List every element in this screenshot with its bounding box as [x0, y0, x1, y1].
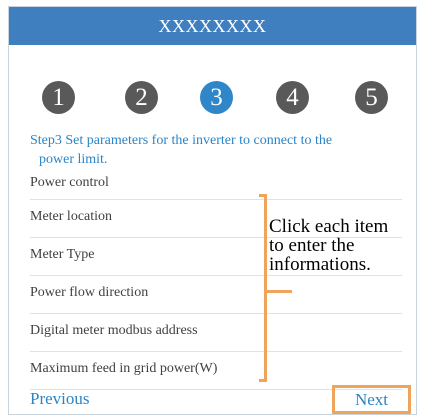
next-button[interactable]: Next [332, 385, 411, 414]
step-number: 5 [365, 83, 378, 111]
page-title: XXXXXXXX [158, 15, 267, 36]
previous-button[interactable]: Previous [30, 389, 90, 409]
setting-item-label: Power control [30, 175, 109, 190]
setting-item-power-control[interactable]: Power control [30, 163, 402, 200]
step-indicator-5: 5 [355, 81, 388, 114]
annotation-line-3: informations. [269, 254, 371, 275]
instruction-line-1: Step3 Set parameters for the inverter to… [30, 133, 333, 148]
title-bar: XXXXXXXX [9, 7, 416, 45]
step-number: 4 [286, 83, 299, 111]
step-number: 1 [52, 83, 65, 111]
setting-item-label: Digital meter modbus address [30, 323, 198, 338]
step-indicator-2: 2 [125, 81, 158, 114]
setting-item-label: Meter Type [30, 247, 95, 262]
step-indicator-4: 4 [276, 81, 309, 114]
step-indicator-1: 1 [42, 81, 75, 114]
step-indicator-3-active: 3 [200, 81, 233, 114]
step-number: 3 [210, 83, 223, 111]
annotation-bracket-pointer [267, 290, 292, 293]
annotation-bracket [259, 194, 267, 382]
next-button-label: Next [354, 389, 389, 409]
setting-item-modbus-address[interactable]: Digital meter modbus address [30, 314, 402, 352]
annotation-line-2: to enter the [269, 235, 355, 256]
step-number: 2 [135, 83, 148, 111]
setting-item-label: Meter location [30, 209, 113, 224]
setting-item-label: Maximum feed in grid power(W) [30, 361, 218, 376]
annotation-callout: Click each item to enter the information… [269, 217, 417, 274]
setting-item-power-flow-direction[interactable]: Power flow direction [30, 276, 402, 314]
annotation-line-1: Click each item [269, 216, 389, 237]
setting-item-label: Power flow direction [30, 285, 149, 300]
